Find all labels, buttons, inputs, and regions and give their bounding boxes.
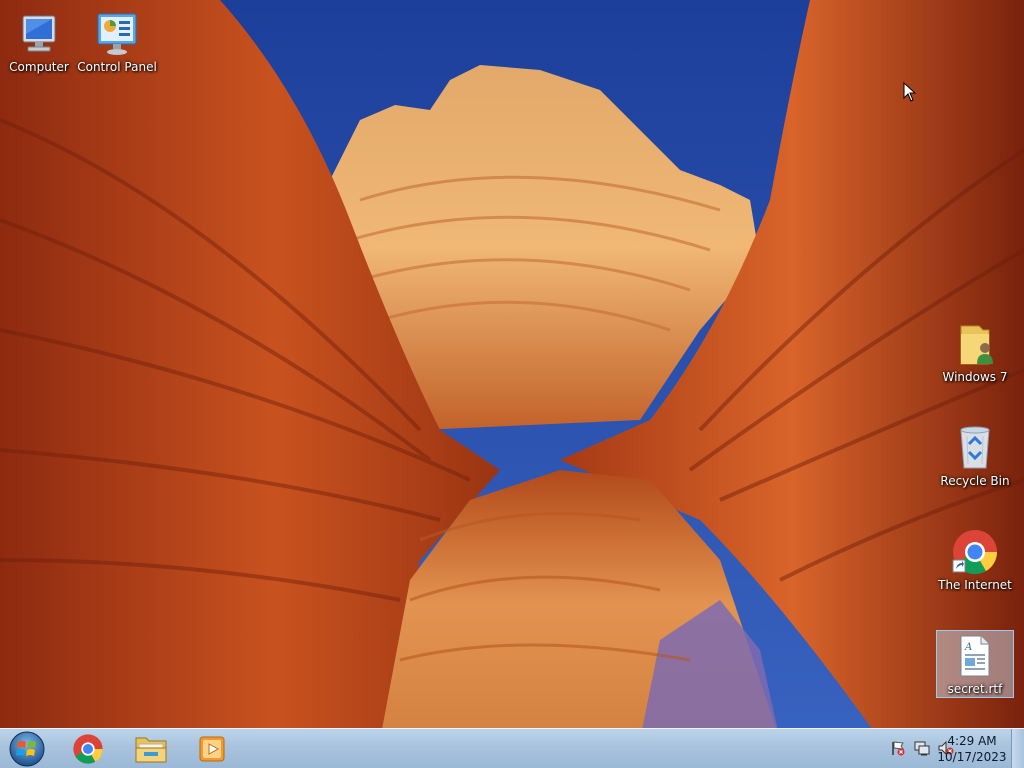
svg-text:A: A: [964, 642, 972, 653]
user-folder-icon: [960, 325, 993, 365]
desktop-icon-recycle-bin[interactable]: Recycle Bin: [937, 424, 1013, 488]
desktop: Computer Control Panel Windows 7 Recycle…: [0, 0, 1024, 768]
start-button[interactable]: [2, 731, 52, 767]
folder-explorer-icon: [135, 737, 167, 763]
clock-date: 10/17/2023: [937, 750, 1007, 764]
recycle-bin-icon: [960, 426, 990, 469]
desktop-icon-label: Control Panel: [77, 60, 157, 74]
chrome-icon: [73, 734, 103, 764]
taskbar: 4:29 AM 10/17/2023: [0, 728, 1024, 768]
desktop-icon-computer[interactable]: Computer: [1, 10, 77, 74]
network-icon[interactable]: [914, 740, 930, 756]
rtf-document-icon: A: [960, 635, 990, 677]
desktop-icon-secret-rtf[interactable]: A secret.rtf: [936, 630, 1014, 698]
desktop-icon-label: Windows 7: [942, 370, 1008, 384]
desktop-icon-label: The Internet: [938, 578, 1012, 592]
taskbar-explorer-button[interactable]: [125, 731, 177, 767]
action-center-flag-icon[interactable]: [890, 740, 906, 756]
mouse-cursor-icon: [903, 82, 917, 102]
taskbar-clock[interactable]: 4:29 AM 10/17/2023: [932, 733, 1012, 765]
desktop-icon-label: secret.rtf: [947, 682, 1003, 696]
desktop-icon-the-internet[interactable]: The Internet: [937, 528, 1013, 592]
wallpaper: [0, 0, 1024, 768]
show-desktop-button[interactable]: [1011, 729, 1024, 768]
computer-icon: [22, 15, 56, 52]
desktop-icon-windows-7-folder[interactable]: Windows 7: [937, 320, 1013, 384]
taskbar-media-player-button[interactable]: [186, 731, 238, 767]
desktop-icon-control-panel[interactable]: Control Panel: [77, 10, 157, 74]
taskbar-chrome-button[interactable]: [62, 731, 114, 767]
control-panel-icon: [97, 13, 137, 55]
windows-start-orb-icon: [9, 731, 45, 767]
clock-time: 4:29 AM: [947, 734, 997, 748]
desktop-icon-label: Recycle Bin: [940, 474, 1010, 488]
desktop-icon-label: Computer: [9, 60, 69, 74]
media-player-icon: [199, 736, 225, 762]
chrome-shortcut-icon: [952, 530, 997, 574]
